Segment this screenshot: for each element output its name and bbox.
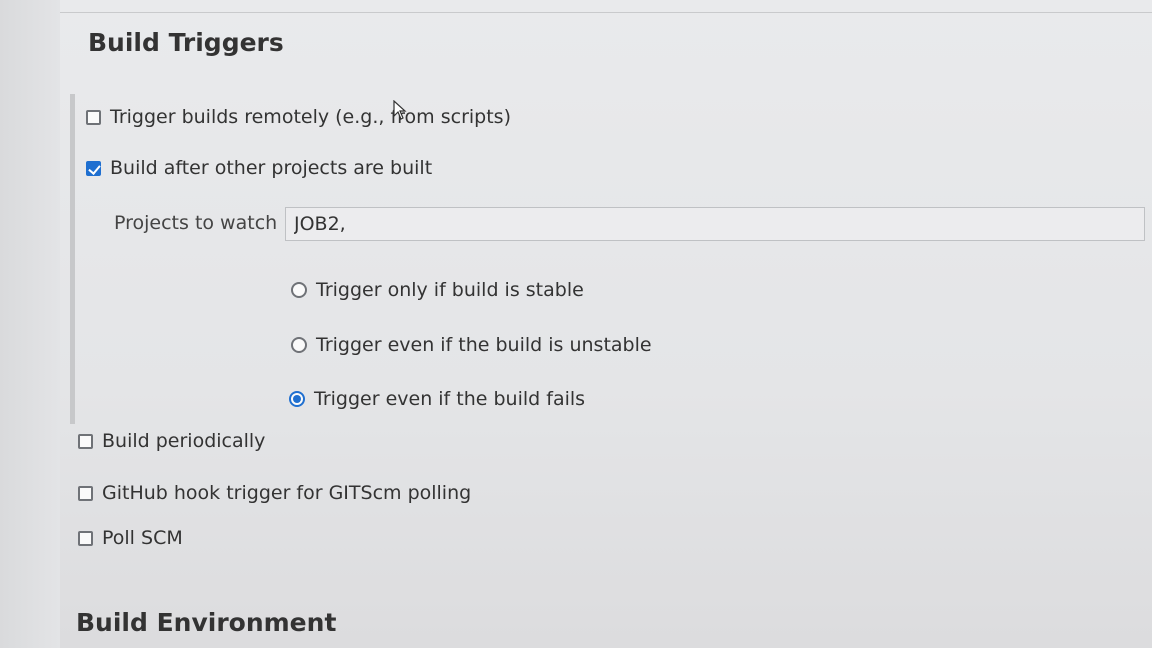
radio-unstable-option[interactable]: Trigger even if the build is unstable xyxy=(291,334,652,356)
left-gutter xyxy=(0,0,60,648)
poll-scm-checkbox-icon[interactable] xyxy=(78,530,93,546)
projects-to-watch-label: Projects to watch xyxy=(114,212,278,234)
poll-scm-option[interactable]: Poll SCM xyxy=(78,527,183,549)
github-hook-option[interactable]: GitHub hook trigger for GITScm polling xyxy=(78,482,471,504)
build-periodically-checkbox-icon[interactable] xyxy=(78,433,93,449)
build-triggers-group xyxy=(70,94,1152,424)
mouse-pointer-icon xyxy=(393,100,407,120)
github-hook-label: GitHub hook trigger for GITScm polling xyxy=(102,482,472,504)
github-hook-checkbox-icon[interactable] xyxy=(78,485,93,501)
build-periodically-label: Build periodically xyxy=(102,430,266,452)
build-after-other-label: Build after other projects are built xyxy=(110,157,433,179)
projects-to-watch-input[interactable] xyxy=(285,207,1145,241)
radio-fails-option[interactable]: Trigger even if the build fails xyxy=(289,388,585,410)
trigger-remotely-option[interactable]: Trigger builds remotely (e.g., from scri… xyxy=(86,106,511,128)
radio-stable-label: Trigger only if build is stable xyxy=(316,279,584,301)
radio-fails-icon[interactable] xyxy=(289,391,305,407)
section-divider xyxy=(60,0,1152,13)
radio-unstable-icon[interactable] xyxy=(291,337,307,353)
build-environment-title: Build Environment xyxy=(76,608,337,637)
build-after-other-checkbox-icon[interactable] xyxy=(86,160,101,176)
radio-fails-label: Trigger even if the build fails xyxy=(314,388,586,410)
trigger-remotely-checkbox-icon[interactable] xyxy=(86,109,101,125)
radio-stable-icon[interactable] xyxy=(291,282,307,298)
build-triggers-title: Build Triggers xyxy=(88,28,284,57)
trigger-remotely-label: Trigger builds remotely (e.g., from scri… xyxy=(110,106,511,128)
radio-stable-option[interactable]: Trigger only if build is stable xyxy=(291,279,584,301)
radio-unstable-label: Trigger even if the build is unstable xyxy=(316,334,652,356)
build-after-other-option[interactable]: Build after other projects are built xyxy=(86,157,432,179)
poll-scm-label: Poll SCM xyxy=(102,527,183,549)
jenkins-config-page: Build Triggers Trigger builds remotely (… xyxy=(0,0,1152,648)
build-periodically-option[interactable]: Build periodically xyxy=(78,430,265,452)
